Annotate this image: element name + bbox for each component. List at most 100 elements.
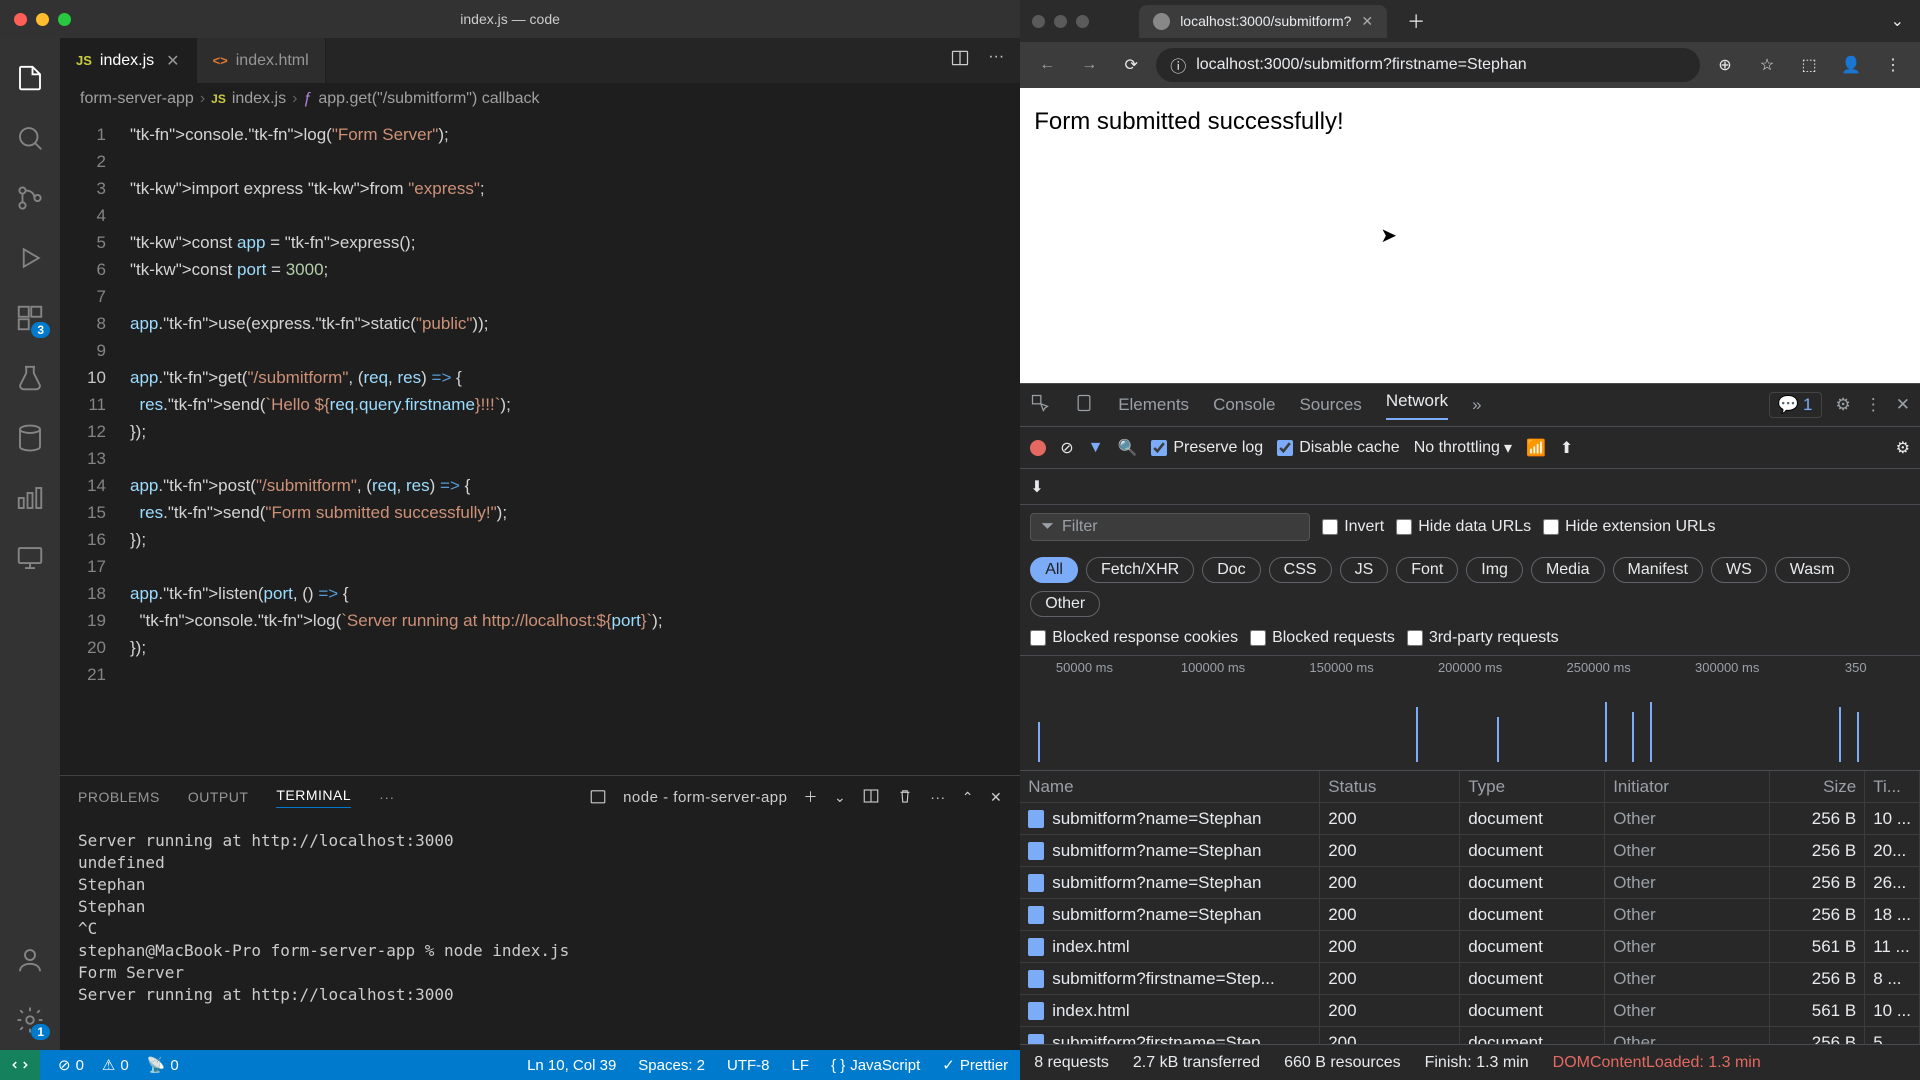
minimize-window-icon[interactable] — [36, 13, 49, 26]
breadcrumb-segment[interactable]: index.js — [232, 90, 286, 108]
url-bar[interactable]: ⓘ localhost:3000/submitform?firstname=St… — [1156, 48, 1700, 82]
terminal-output[interactable]: Server running at http://localhost:3000 … — [60, 818, 1020, 1050]
browser-tab[interactable]: localhost:3000/submitform?✕ — [1139, 5, 1387, 38]
record-button[interactable] — [1030, 440, 1046, 456]
split-terminal-icon[interactable] — [862, 787, 880, 808]
filter-pill-font[interactable]: Font — [1396, 557, 1458, 583]
filter-pill-media[interactable]: Media — [1531, 557, 1605, 583]
panel-elements[interactable]: Elements — [1118, 395, 1189, 415]
table-row[interactable]: submitform?name=Stephan 200 document Oth… — [1020, 835, 1920, 867]
chart-icon[interactable] — [0, 468, 60, 528]
table-row[interactable]: index.html 200 document Other 561 B 10 .… — [1020, 995, 1920, 1027]
blocked-requests-checkbox[interactable]: Blocked requests — [1250, 629, 1395, 647]
terminal-task-label[interactable]: node - form-server-app — [623, 789, 787, 806]
close-devtools-icon[interactable]: ✕ — [1896, 395, 1910, 415]
network-table[interactable]: Name Status Type Initiator Size Ti... su… — [1020, 770, 1920, 1044]
preserve-log-checkbox[interactable]: Preserve log — [1151, 439, 1263, 457]
table-row[interactable]: submitform?firstname=Step... 200 documen… — [1020, 1027, 1920, 1044]
bookmark-star-icon[interactable]: ☆ — [1750, 55, 1784, 75]
table-row[interactable]: submitform?name=Stephan 200 document Oth… — [1020, 867, 1920, 899]
filter-pill-manifest[interactable]: Manifest — [1613, 557, 1703, 583]
new-terminal-icon[interactable]: ＋ — [803, 787, 818, 807]
traffic-lights[interactable] — [14, 13, 71, 26]
code-editor[interactable]: 123456789101112131415161718192021 "tk-fn… — [60, 115, 1020, 775]
clear-icon[interactable]: ⊘ — [1060, 438, 1073, 458]
panel-tab-terminal[interactable]: TERMINAL — [276, 787, 351, 808]
issues-badge[interactable]: 💬 1 — [1769, 392, 1822, 418]
browser-traffic-lights[interactable] — [1032, 15, 1089, 28]
table-row[interactable]: submitform?name=Stephan 200 document Oth… — [1020, 803, 1920, 835]
source-control-icon[interactable] — [0, 168, 60, 228]
hide-data-urls-checkbox[interactable]: Hide data URLs — [1396, 518, 1531, 536]
split-editor-icon[interactable] — [950, 48, 970, 73]
close-window-icon[interactable] — [14, 13, 27, 26]
network-conditions-icon[interactable]: 📶 — [1526, 438, 1546, 458]
filter-input[interactable]: ⏷Filter — [1030, 513, 1310, 541]
panel-tab-problems[interactable]: PROBLEMS — [78, 789, 160, 805]
zoom-icon[interactable]: ⊕ — [1708, 55, 1742, 75]
filter-pill-doc[interactable]: Doc — [1202, 557, 1260, 583]
filter-pill-wasm[interactable]: Wasm — [1775, 557, 1850, 583]
panel-network[interactable]: Network — [1386, 391, 1448, 420]
devtools-menu-icon[interactable]: ⋮ — [1865, 395, 1882, 415]
breadcrumb[interactable]: form-server-app› JS index.js› ƒ app.get(… — [60, 83, 1020, 115]
language-mode[interactable]: { } JavaScript — [831, 1057, 920, 1074]
table-row[interactable]: index.html 200 document Other 561 B 11 .… — [1020, 931, 1920, 963]
filter-pill-fetch/xhr[interactable]: Fetch/XHR — [1086, 557, 1194, 583]
kill-terminal-icon[interactable] — [896, 787, 914, 808]
menu-dots-icon[interactable]: ⋮ — [1876, 55, 1910, 75]
explorer-icon[interactable] — [0, 48, 60, 108]
settings-gear-icon[interactable]: 1 — [0, 990, 60, 1050]
tab-list-icon[interactable]: ⌄ — [1891, 11, 1920, 31]
encoding[interactable]: UTF-8 — [727, 1057, 770, 1074]
site-info-icon[interactable]: ⓘ — [1170, 53, 1186, 77]
hide-extension-urls-checkbox[interactable]: Hide extension URLs — [1543, 518, 1715, 536]
devtools-settings-gear-icon[interactable]: ⚙ — [1836, 395, 1851, 415]
filter-pill-all[interactable]: All — [1030, 557, 1078, 583]
panel-sources[interactable]: Sources — [1299, 395, 1361, 415]
filter-pill-other[interactable]: Other — [1030, 591, 1100, 617]
blocked-cookies-checkbox[interactable]: Blocked response cookies — [1030, 629, 1238, 647]
maximize-window-icon[interactable] — [58, 13, 71, 26]
table-row[interactable]: submitform?firstname=Step... 200 documen… — [1020, 963, 1920, 995]
panel-tab-more[interactable]: ··· — [379, 789, 395, 805]
back-button[interactable]: ← — [1030, 48, 1064, 82]
more-panels-icon[interactable]: » — [1472, 395, 1481, 415]
reload-button[interactable]: ⟳ — [1114, 48, 1148, 82]
table-row[interactable]: submitform?name=Stephan 200 document Oth… — [1020, 899, 1920, 931]
terminal-chevron-down-icon[interactable]: ⌄ — [834, 789, 846, 806]
remote-indicator-icon[interactable] — [0, 1050, 40, 1080]
account-icon[interactable] — [0, 930, 60, 990]
filter-pill-img[interactable]: Img — [1466, 557, 1523, 583]
profile-icon[interactable]: 👤 — [1834, 55, 1868, 75]
tab-index-html[interactable]: <>index.html — [197, 38, 326, 83]
device-toggle-icon[interactable] — [1074, 393, 1094, 418]
disable-cache-checkbox[interactable]: Disable cache — [1277, 439, 1400, 457]
download-har-icon[interactable]: ⬇ — [1030, 477, 1043, 497]
close-icon[interactable]: ✕ — [166, 51, 179, 71]
filter-toggle-icon[interactable]: ▼ — [1088, 439, 1104, 457]
forward-button[interactable]: → — [1072, 48, 1106, 82]
third-party-checkbox[interactable]: 3rd-party requests — [1407, 629, 1559, 647]
errors-count[interactable]: ⊘ 0 — [58, 1056, 84, 1074]
cursor-position[interactable]: Ln 10, Col 39 — [527, 1057, 616, 1074]
extensions-puzzle-icon[interactable]: ⬚ — [1792, 55, 1826, 75]
database-icon[interactable] — [0, 408, 60, 468]
prettier-status[interactable]: ✓ Prettier — [942, 1056, 1008, 1074]
filter-pill-css[interactable]: CSS — [1269, 557, 1332, 583]
network-timeline[interactable]: 50000 ms100000 ms150000 ms200000 ms25000… — [1020, 655, 1920, 770]
panel-console[interactable]: Console — [1213, 395, 1275, 415]
filter-pill-js[interactable]: JS — [1340, 557, 1389, 583]
more-actions-icon[interactable]: ··· — [988, 48, 1004, 73]
breadcrumb-segment[interactable]: form-server-app — [80, 90, 194, 108]
warnings-count[interactable]: ⚠ 0 — [102, 1056, 129, 1074]
ports-count[interactable]: 📡 0 — [147, 1056, 179, 1074]
filter-pill-ws[interactable]: WS — [1711, 557, 1767, 583]
invert-checkbox[interactable]: Invert — [1322, 518, 1384, 536]
testing-icon[interactable] — [0, 348, 60, 408]
eol[interactable]: LF — [792, 1057, 810, 1074]
panel-tab-output[interactable]: OUTPUT — [188, 789, 249, 805]
throttling-select[interactable]: No throttling ▾ — [1414, 438, 1512, 458]
more-icon[interactable]: ··· — [930, 789, 946, 805]
new-tab-button[interactable]: ＋ — [1407, 8, 1425, 34]
